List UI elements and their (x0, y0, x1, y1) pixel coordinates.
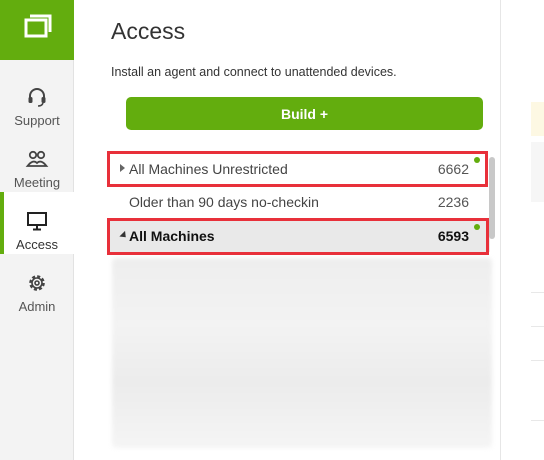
group-count: 2236 (437, 194, 469, 210)
windows-logo-icon (24, 14, 52, 38)
adjacent-divider (531, 326, 544, 327)
monitor-icon (27, 212, 47, 231)
group-row-all-machines[interactable]: All Machines 6593 (110, 219, 490, 252)
adjacent-highlight (531, 102, 544, 136)
group-row-older-than-90-days[interactable]: Older than 90 days no-checkin 2236 (110, 185, 490, 218)
left-nav: Support Meeting Access Admin (0, 0, 74, 460)
app-logo[interactable] (0, 0, 74, 60)
group-name: All Machines (129, 228, 215, 244)
nav-item-meeting[interactable]: Meeting (0, 130, 74, 192)
group-count: 6593 (437, 228, 469, 244)
nav-label-support: Support (14, 113, 60, 128)
nav-item-admin[interactable]: Admin (0, 254, 74, 316)
nav-item-access[interactable]: Access (0, 192, 74, 254)
nav-label-meeting: Meeting (13, 175, 61, 190)
expand-caret-icon[interactable] (120, 164, 125, 172)
adjacent-row (531, 142, 544, 202)
adjacent-divider (531, 292, 544, 293)
group-name: All Machines Unrestricted (129, 161, 288, 177)
page-title: Access (111, 18, 186, 44)
group-count: 6662 (437, 161, 469, 177)
nav-label-admin: Admin (18, 299, 56, 314)
headset-icon (28, 88, 46, 107)
nav-label-access: Access (16, 237, 58, 252)
adjacent-divider (531, 360, 544, 361)
nav-item-support[interactable]: Support (0, 68, 74, 130)
page-subtitle: Install an agent and connect to unattend… (111, 65, 397, 79)
group-row-all-machines-unrestricted[interactable]: All Machines Unrestricted 6662 (110, 152, 490, 185)
adjacent-panel-edge (500, 0, 544, 460)
people-icon (25, 150, 49, 167)
gear-icon (29, 275, 45, 291)
online-status-dot-icon (474, 224, 480, 230)
adjacent-divider (531, 420, 544, 421)
access-panel: Access Install an agent and connect to u… (74, 0, 500, 460)
online-status-dot-icon (474, 157, 480, 163)
collapse-caret-icon[interactable] (119, 230, 129, 241)
blurred-content-area (112, 258, 492, 448)
group-name: Older than 90 days no-checkin (129, 194, 319, 210)
build-button[interactable]: Build + (126, 97, 483, 130)
list-scrollbar[interactable] (489, 157, 495, 239)
